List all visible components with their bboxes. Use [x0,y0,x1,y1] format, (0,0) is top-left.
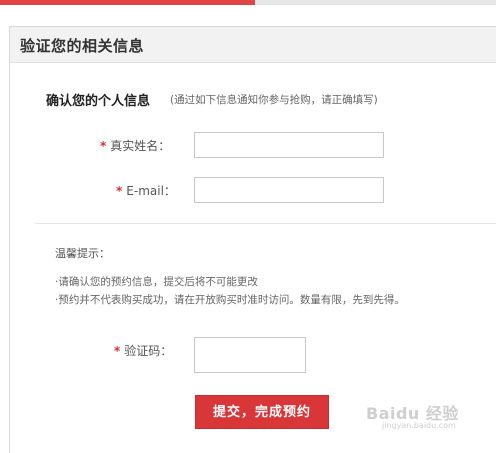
real-name-input[interactable] [194,132,384,158]
verification-panel: 验证您的相关信息 确认您的个人信息 (通过如下信息通知你参与抢购，请正确填写) … [9,26,496,453]
watermark-url: jingyan.baidu.com [382,421,456,430]
email-input[interactable] [194,177,384,203]
name-label-text: 真实姓名： [110,139,171,153]
required-star-icon: * [114,344,121,358]
email-label: * E-mail： [116,182,176,199]
tip-line-1: ·请确认您的预约信息，提交后将不可能更改 [55,276,258,288]
personal-info-note: (通过如下信息通知你参与抢购，请正确填写) [170,94,378,106]
baidu-jingyan-watermark: Baidu 经验 jingyan.baidu.com [366,398,484,438]
captcha-label: * 验证码： [114,342,172,359]
section-divider [35,223,496,224]
top-accent-bar [0,0,496,5]
panel-title: 验证您的相关信息 [20,37,145,55]
captcha-label-text: 验证码： [124,344,173,358]
name-label: * 真实姓名： [100,137,170,154]
captcha-input[interactable] [194,337,306,373]
top-accent-red [0,0,255,5]
top-accent-gray [255,0,496,5]
personal-info-heading: 确认您的个人信息 [46,94,151,109]
panel-header: 验证您的相关信息 [10,27,496,63]
required-star-icon: * [100,139,107,153]
email-label-text: E-mail： [126,184,176,198]
submit-reservation-button[interactable]: 提交，完成预约 [195,395,329,429]
required-star-icon: * [116,184,123,198]
tips-title: 温馨提示： [55,247,110,260]
tip-line-2: ·预约并不代表购买成功，请在开放购买时准时访问。数量有限，先到先得。 [55,294,405,306]
